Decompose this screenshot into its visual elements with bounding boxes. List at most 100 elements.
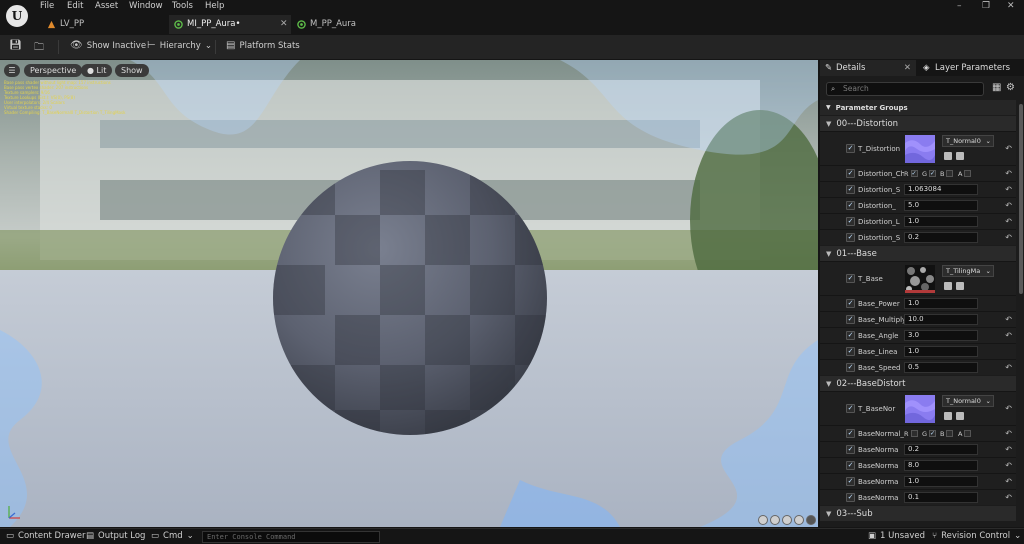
browse-asset-icon[interactable] (956, 412, 964, 420)
param-value-input[interactable]: 0.2 (904, 444, 978, 455)
override-checkbox[interactable]: ✓ (846, 169, 855, 178)
settings-gear-icon[interactable]: ⚙ (1006, 82, 1015, 93)
preview-plane-icon[interactable] (782, 515, 792, 525)
tab-mi-pp-aura[interactable]: MI_PP_Aura• (169, 15, 291, 34)
channel-checkbox[interactable]: ✓ (910, 170, 918, 177)
override-checkbox[interactable]: ✓ (846, 299, 855, 308)
channel-g[interactable]: G ✓ (922, 170, 940, 178)
save-button[interactable]: 💾︎ (9, 40, 22, 51)
menu-tools[interactable]: Tools (172, 1, 193, 11)
param-value-input[interactable]: 1.0 (904, 346, 978, 357)
use-selected-icon[interactable] (944, 282, 952, 290)
channel-b[interactable]: B (940, 430, 958, 438)
param-value-input[interactable]: 0.1 (904, 492, 978, 503)
cmd-dropdown[interactable]: ▭ Cmd ⌄ (151, 531, 194, 541)
reset-to-default-icon[interactable]: ↶ (1005, 445, 1012, 454)
channel-r[interactable]: R ✓ (904, 170, 922, 178)
param-value-input[interactable]: 1.0 (904, 476, 978, 487)
param-value-input[interactable]: 3.0 (904, 330, 978, 341)
override-checkbox[interactable]: ✓ (846, 274, 855, 283)
viewport-options-button[interactable]: ☰ (4, 64, 20, 77)
normal-map-thumbnail[interactable] (905, 135, 935, 163)
channel-checkbox[interactable]: ✓ (929, 430, 937, 437)
channel-b[interactable]: B (940, 170, 958, 178)
param-value-input[interactable]: 5.0 (904, 200, 978, 211)
param-value-input[interactable]: 1.0 (904, 216, 978, 227)
override-checkbox[interactable]: ✓ (846, 445, 855, 454)
texture-asset-dropdown[interactable]: T_Normal0 ⌄ (942, 135, 994, 147)
override-checkbox[interactable]: ✓ (846, 429, 855, 438)
tab-details[interactable]: ✎ Details ✕ (820, 60, 916, 76)
close-tab-icon[interactable]: ✕ (280, 15, 288, 34)
reset-to-default-icon[interactable]: ↶ (1005, 315, 1012, 324)
material-preview-viewport[interactable]: ☰ Perspective ● Lit Show Base pass shade… (0, 60, 818, 527)
maximize-button[interactable]: ❐ (982, 1, 990, 11)
use-selected-icon[interactable] (944, 152, 952, 160)
console-command-input[interactable]: Enter Console Command (202, 531, 380, 543)
menu-edit[interactable]: Edit (67, 1, 83, 11)
channel-checkbox[interactable] (946, 430, 954, 437)
menu-window[interactable]: Window (129, 1, 163, 11)
channel-r[interactable]: R (904, 430, 922, 438)
details-search-input[interactable]: ⌕ Search (826, 82, 984, 96)
lit-button[interactable]: ● Lit (81, 64, 113, 77)
reset-to-default-icon[interactable]: ↶ (1005, 201, 1012, 210)
scrollbar-thumb[interactable] (1019, 104, 1023, 294)
group-header-sub[interactable]: ▼ 03---Sub (820, 505, 1016, 521)
channel-checkbox[interactable] (946, 170, 954, 177)
normal-map-thumbnail[interactable] (905, 395, 935, 423)
preview-cylinder-icon[interactable] (758, 515, 768, 525)
override-checkbox[interactable]: ✓ (846, 404, 855, 413)
perspective-button[interactable]: Perspective (24, 64, 83, 77)
tab-lv-pp[interactable]: LV_PP (42, 15, 162, 34)
texture-asset-dropdown[interactable]: T_Normal0 ⌄ (942, 395, 994, 407)
menu-file[interactable]: File (40, 1, 54, 11)
browse-asset-icon[interactable] (956, 152, 964, 160)
content-drawer-button[interactable]: ▭ Content Drawer (6, 531, 85, 541)
menu-asset[interactable]: Asset (95, 1, 118, 11)
channel-a[interactable]: A (958, 170, 976, 178)
reset-to-default-icon[interactable]: ↶ (1005, 404, 1012, 413)
param-value-input[interactable]: 1.0 (904, 298, 978, 309)
show-inactive-button[interactable]: 👁︎ Show Inactive (70, 40, 146, 51)
reset-to-default-icon[interactable]: ↶ (1005, 217, 1012, 226)
channel-checkbox[interactable] (910, 430, 918, 437)
preview-sphere-icon[interactable] (770, 515, 780, 525)
group-header-distortion[interactable]: ▼ 00---Distortion (820, 115, 1016, 131)
tab-m-pp-aura[interactable]: ✕ M_PP_Aura (280, 15, 412, 34)
channel-checkbox[interactable] (964, 430, 972, 437)
reset-to-default-icon[interactable]: ↶ (1005, 144, 1012, 153)
reset-to-default-icon[interactable]: ↶ (1005, 233, 1012, 242)
override-checkbox[interactable]: ✓ (846, 144, 855, 153)
reset-to-default-icon[interactable]: ↶ (1005, 429, 1012, 438)
group-header-basedistort[interactable]: ▼ 02---BaseDistort (820, 375, 1016, 391)
unreal-logo-icon[interactable]: U (4, 3, 30, 29)
reset-to-default-icon[interactable]: ↶ (1005, 185, 1012, 194)
channel-g[interactable]: G ✓ (922, 430, 940, 438)
show-button[interactable]: Show (115, 64, 149, 77)
override-checkbox[interactable]: ✓ (846, 185, 855, 194)
platform-stats-button[interactable]: ▤ Platform Stats (226, 40, 300, 51)
override-checkbox[interactable]: ✓ (846, 217, 855, 226)
channel-a[interactable]: A (958, 430, 976, 438)
close-window-button[interactable]: ✕ (1007, 1, 1015, 11)
override-checkbox[interactable]: ✓ (846, 331, 855, 340)
menu-help[interactable]: Help (205, 1, 224, 11)
override-checkbox[interactable]: ✓ (846, 461, 855, 470)
override-checkbox[interactable]: ✓ (846, 493, 855, 502)
output-log-button[interactable]: ▤ Output Log (86, 531, 145, 541)
minimize-button[interactable]: – (957, 1, 962, 11)
override-checkbox[interactable]: ✓ (846, 477, 855, 486)
texture-asset-dropdown[interactable]: T_TilingMa ⌄ (942, 265, 994, 277)
details-scrollbar[interactable] (1018, 100, 1024, 527)
override-checkbox[interactable]: ✓ (846, 315, 855, 324)
reset-to-default-icon[interactable]: ↶ (1005, 363, 1012, 372)
override-checkbox[interactable]: ✓ (846, 363, 855, 372)
close-tab-icon[interactable]: ✕ (904, 60, 911, 76)
preview-mesh-icon[interactable] (806, 515, 816, 525)
channel-checkbox[interactable]: ✓ (929, 170, 937, 177)
group-header-base[interactable]: ▼ 01---Base (820, 245, 1016, 261)
reset-to-default-icon[interactable]: ↶ (1005, 461, 1012, 470)
tab-layer-parameters[interactable]: ◈ Layer Parameters (919, 60, 1024, 76)
reset-to-default-icon[interactable]: ↶ (1005, 169, 1012, 178)
